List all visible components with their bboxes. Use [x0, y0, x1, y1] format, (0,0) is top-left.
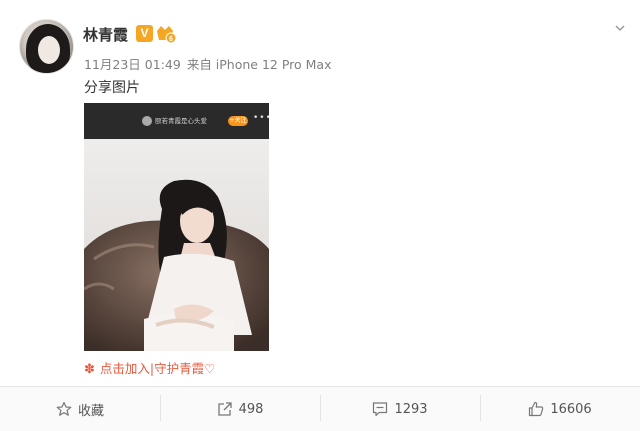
- post-meta: 11月23日 01:49 来自 iPhone 12 Pro Max: [84, 54, 331, 73]
- share-icon: [217, 402, 232, 416]
- image-topbar-avatar: [142, 116, 152, 126]
- username[interactable]: 林青霞: [83, 24, 128, 45]
- comment-icon: [373, 402, 388, 417]
- avatar[interactable]: [19, 19, 74, 74]
- comment-count: 1293: [394, 401, 428, 417]
- star-icon: [56, 401, 72, 416]
- weibo-post: 林青霞 V 6 11月23日 01:49 来自 iPhone 12 Pro Max…: [0, 0, 640, 431]
- verified-badge-icon[interactable]: V: [136, 25, 153, 42]
- post-text: 分享图片: [84, 80, 140, 96]
- favorite-label: 收藏: [77, 403, 104, 419]
- repost-count: 498: [238, 401, 264, 417]
- image-topbar-follow-pill: +关注: [228, 116, 248, 126]
- join-group-link-text: 点击加入|守护青霞♡: [99, 361, 216, 376]
- like-button[interactable]: 16606: [480, 387, 640, 431]
- repost-button[interactable]: 498: [160, 387, 320, 431]
- svg-text:6: 6: [169, 36, 173, 43]
- image-topbar-text: 颐若青霞是心头爱: [155, 117, 207, 125]
- image-topbar: 颐若青霞是心头爱 +关注 •••: [84, 103, 269, 139]
- action-bar: 收藏 498 1293 16606: [0, 387, 640, 431]
- flower-icon: ✽: [84, 362, 95, 377]
- post-image[interactable]: 颐若青霞是心头爱 +关注 •••: [84, 103, 269, 351]
- vip-badge-icon[interactable]: 6: [155, 24, 177, 44]
- like-count: 16606: [550, 401, 592, 417]
- favorite-button[interactable]: 收藏: [0, 387, 160, 431]
- post-timestamp[interactable]: 11月23日 01:49: [84, 57, 181, 72]
- join-group-link[interactable]: ✽ 点击加入|守护青霞♡: [84, 358, 215, 377]
- thumbs-up-icon: [529, 401, 544, 417]
- portrait-photo: [84, 139, 269, 351]
- comment-button[interactable]: 1293: [320, 387, 480, 431]
- chevron-down-icon[interactable]: [614, 22, 626, 34]
- post-source: 来自 iPhone 12 Pro Max: [186, 57, 332, 72]
- more-dots-icon: •••: [253, 113, 269, 123]
